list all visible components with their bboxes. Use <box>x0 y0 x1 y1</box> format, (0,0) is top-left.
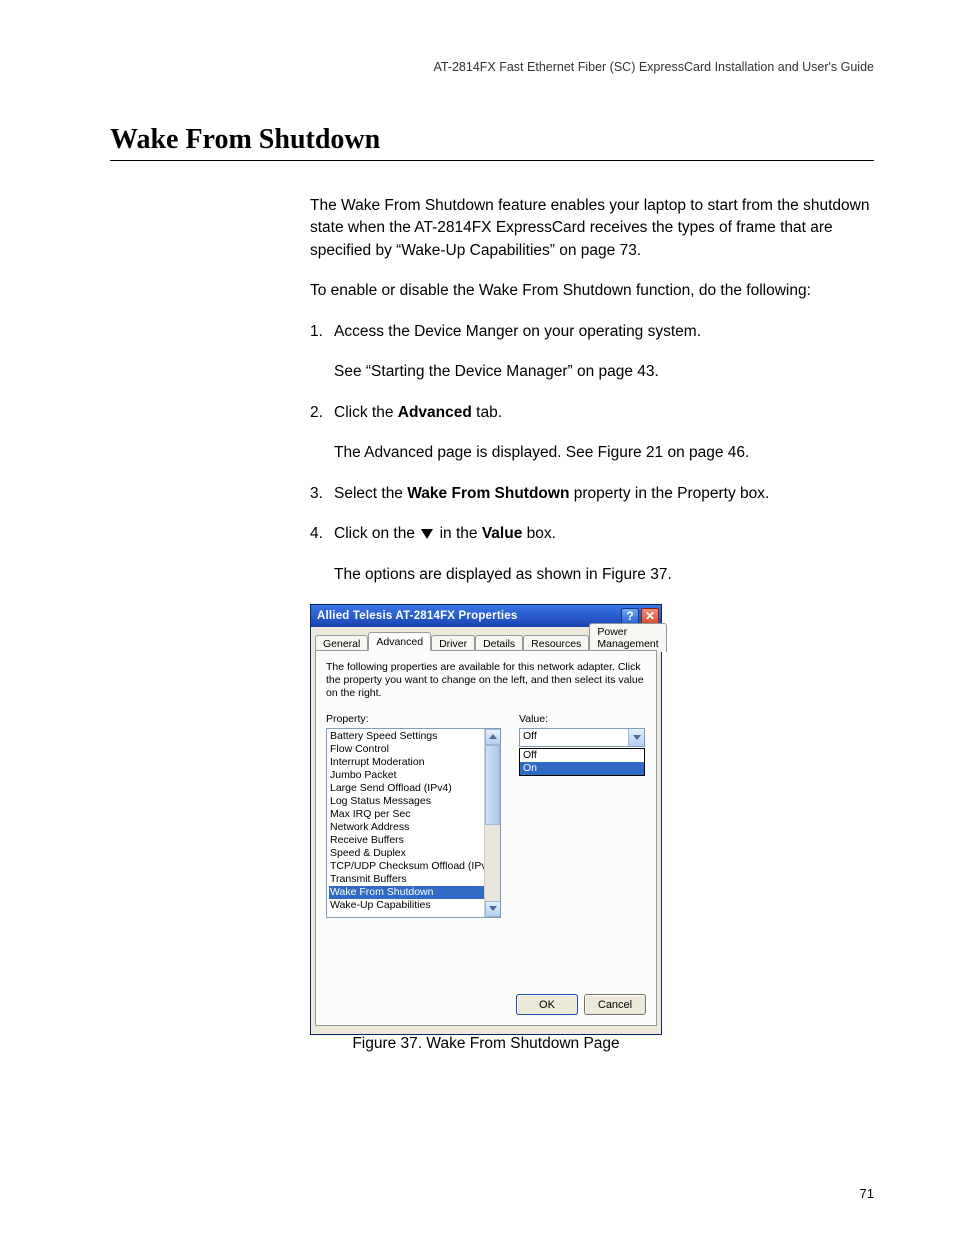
tab-advanced[interactable]: Advanced <box>368 632 431 651</box>
list-item[interactable]: Max IRQ per Sec <box>329 808 500 821</box>
value-dropdown[interactable]: Off On <box>519 748 645 776</box>
chevron-up-icon <box>489 734 497 739</box>
value-combobox[interactable]: Off <box>519 728 645 747</box>
list-item[interactable]: Receive Buffers <box>329 834 500 847</box>
step-text-post: box. <box>522 525 556 542</box>
list-item[interactable]: Wake-Up Capabilities <box>329 899 500 912</box>
step-bold: Advanced <box>398 404 472 421</box>
scroll-up-button[interactable] <box>485 729 501 745</box>
scroll-down-button[interactable] <box>485 901 501 917</box>
step-text-post: tab. <box>472 404 502 421</box>
step-after: The Advanced page is displayed. See Figu… <box>334 442 874 464</box>
triangle-down-icon <box>421 529 433 539</box>
step-number: 1. <box>310 321 334 384</box>
dialog-title: Allied Telesis AT-2814FX Properties <box>317 610 619 622</box>
chevron-down-icon <box>489 906 497 911</box>
list-item[interactable]: Large Send Offload (IPv4) <box>329 782 500 795</box>
step-bold: Value <box>482 525 523 542</box>
property-listbox[interactable]: Battery Speed Settings Flow Control Inte… <box>326 728 501 918</box>
combobox-dropdown-button[interactable] <box>628 729 644 746</box>
step-text-pre: Click the <box>334 404 398 421</box>
step-after: The options are displayed as shown in Fi… <box>334 564 874 586</box>
dropdown-item-highlighted[interactable]: On <box>520 762 644 775</box>
scroll-thumb[interactable] <box>485 745 500 825</box>
list-item-selected[interactable]: Wake From Shutdown <box>329 886 500 899</box>
cancel-button[interactable]: Cancel <box>584 994 646 1015</box>
step-number: 3. <box>310 483 334 505</box>
properties-dialog: Allied Telesis AT-2814FX Properties ? ✕ … <box>310 604 662 1035</box>
list-item[interactable]: Interrupt Moderation <box>329 756 500 769</box>
step-text: Access the Device Manger on your operati… <box>334 323 701 340</box>
running-header: AT-2814FX Fast Ethernet Fiber (SC) Expre… <box>110 60 874 74</box>
section-title: Wake From Shutdown <box>110 124 874 161</box>
intro-paragraph: The Wake From Shutdown feature enables y… <box>310 195 874 262</box>
step-number: 2. <box>310 402 334 465</box>
step-text-post: property in the Property box. <box>569 485 769 502</box>
chevron-down-icon <box>633 735 641 740</box>
list-item[interactable]: Network Address <box>329 821 500 834</box>
ok-button[interactable]: OK <box>516 994 578 1015</box>
tab-power-management[interactable]: Power Management <box>589 623 666 652</box>
dropdown-item[interactable]: Off <box>520 749 644 762</box>
listbox-scrollbar[interactable] <box>484 729 500 917</box>
step-number: 4. <box>310 523 334 586</box>
dialog-instructions: The following properties are available f… <box>326 661 646 700</box>
value-label: Value: <box>519 713 646 725</box>
close-button[interactable]: ✕ <box>641 608 659 625</box>
list-item[interactable]: Log Status Messages <box>329 795 500 808</box>
list-item[interactable]: Flow Control <box>329 743 500 756</box>
figure-caption: Figure 37. Wake From Shutdown Page <box>310 1035 662 1053</box>
list-item[interactable]: Speed & Duplex <box>329 847 500 860</box>
value-selected: Off <box>520 729 628 746</box>
step-text-mid: in the <box>435 525 482 542</box>
help-button[interactable]: ? <box>621 608 639 625</box>
list-item[interactable]: Jumbo Packet <box>329 769 500 782</box>
step-bold: Wake From Shutdown <box>407 485 569 502</box>
list-item[interactable]: Battery Speed Settings <box>329 730 500 743</box>
step-after: See “Starting the Device Manager” on pag… <box>334 361 874 383</box>
lead-paragraph: To enable or disable the Wake From Shutd… <box>310 280 874 302</box>
property-label: Property: <box>326 713 501 725</box>
tab-panel-advanced: The following properties are available f… <box>315 650 657 1026</box>
step-text-pre: Select the <box>334 485 407 502</box>
list-item[interactable]: Transmit Buffers <box>329 873 500 886</box>
page-number: 71 <box>860 1186 874 1201</box>
list-item[interactable]: TCP/UDP Checksum Offload (IPv4) <box>329 860 500 873</box>
step-text-pre: Click on the <box>334 525 419 542</box>
tab-strip: General Advanced Driver Details Resource… <box>315 631 657 651</box>
